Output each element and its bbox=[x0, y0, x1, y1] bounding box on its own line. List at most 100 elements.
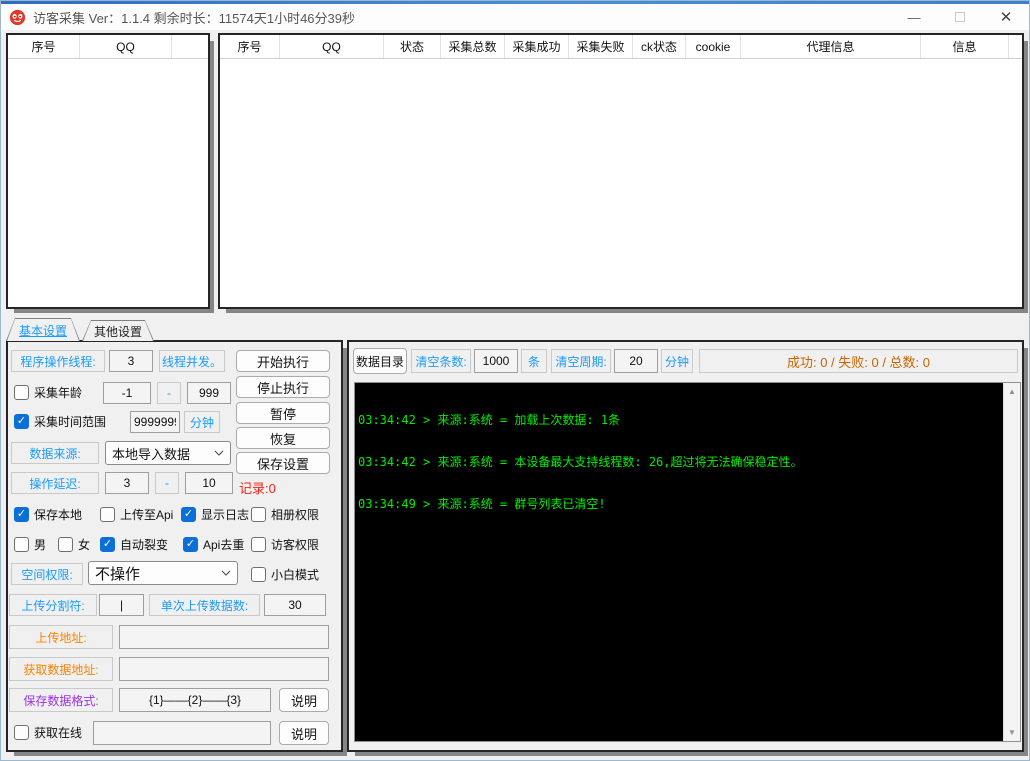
column-header[interactable] bbox=[172, 35, 208, 58]
get-online-checkbox[interactable]: 获取在线 bbox=[14, 724, 82, 741]
splitter-input[interactable] bbox=[99, 594, 144, 616]
stop-button[interactable]: 停止执行 bbox=[236, 376, 330, 398]
thread-input[interactable] bbox=[109, 350, 153, 372]
data-dir-button[interactable]: 数据目录 bbox=[353, 348, 407, 374]
upload-api-label: 上传至Api bbox=[120, 506, 173, 523]
api-dedup-label: Api去重 bbox=[203, 536, 244, 553]
log-line: 03:34:42 > 来源:系统 = 本设备最大支持线程数: 26,超过将无法确… bbox=[358, 455, 1000, 469]
resume-button[interactable]: 恢复 bbox=[236, 427, 330, 449]
column-header[interactable]: 状态 bbox=[384, 35, 441, 58]
checkbox-icon bbox=[14, 537, 29, 552]
log-toolbar: 数据目录 清空条数: 条 清空周期: 分钟 成功: 0 / 失败: 0 / 总数… bbox=[353, 348, 1018, 374]
log-panel: 数据目录 清空条数: 条 清空周期: 分钟 成功: 0 / 失败: 0 / 总数… bbox=[347, 340, 1024, 752]
column-header[interactable]: 采集失败 bbox=[569, 35, 633, 58]
cycle-unit-label: 分钟 bbox=[661, 349, 693, 373]
upload-api-checkbox[interactable]: 上传至Api bbox=[100, 506, 173, 523]
save-format-label: 保存数据格式: bbox=[9, 688, 113, 712]
scroll-up-icon[interactable]: ▲ bbox=[1004, 383, 1020, 400]
column-header[interactable]: 信息 bbox=[921, 35, 1009, 58]
window-controls: — ✕ bbox=[891, 4, 1029, 30]
time-range-label: 采集时间范围 bbox=[34, 413, 106, 430]
log-line: 03:34:42 > 来源:系统 = 加载上次数据: 1条 bbox=[358, 413, 1000, 427]
log-line: 03:34:49 > 来源:系统 = 群号列表已清空! bbox=[358, 497, 1000, 511]
close-button[interactable]: ✕ bbox=[983, 4, 1029, 30]
fetch-addr-label: 获取数据地址: bbox=[9, 657, 113, 681]
column-header[interactable]: 代理信息 bbox=[741, 35, 921, 58]
time-range-input[interactable] bbox=[130, 411, 180, 433]
api-dedup-checkbox[interactable]: Api去重 bbox=[183, 536, 244, 553]
tab-other-settings[interactable]: 其他设置 bbox=[82, 320, 154, 341]
delay-max-input[interactable] bbox=[185, 472, 233, 494]
checkbox-icon bbox=[58, 537, 73, 552]
scroll-down-icon[interactable]: ▼ bbox=[1004, 724, 1020, 741]
visitor-perm-checkbox[interactable]: 访客权限 bbox=[251, 536, 319, 553]
titlebar: 访客采集 Ver：1.1.4 剩余时长：11574天1小时46分39秒 — ✕ bbox=[1, 4, 1029, 30]
thread-suffix-label: 线程并发。 bbox=[159, 350, 225, 372]
status-counters: 成功: 0 / 失败: 0 / 总数: 0 bbox=[699, 349, 1018, 373]
maximize-button[interactable] bbox=[937, 4, 983, 30]
data-source-select[interactable]: 本地导入数据 bbox=[105, 441, 231, 465]
column-header[interactable]: 采集总数 bbox=[441, 35, 505, 58]
show-log-checkbox[interactable]: 显示日志 bbox=[181, 506, 249, 523]
female-checkbox[interactable]: 女 bbox=[58, 536, 90, 553]
clear-count-input[interactable] bbox=[474, 349, 518, 373]
chevron-down-icon bbox=[214, 450, 224, 456]
column-header[interactable]: QQ bbox=[280, 35, 384, 58]
column-header[interactable]: cookie bbox=[686, 35, 741, 58]
checkbox-icon bbox=[100, 507, 115, 522]
data-source-value: 本地导入数据 bbox=[112, 444, 190, 463]
save-settings-button[interactable]: 保存设置 bbox=[236, 452, 330, 474]
column-header[interactable]: 序号 bbox=[8, 35, 80, 58]
settings-tabs: 基本设置 其他设置 bbox=[6, 318, 156, 341]
fetch-addr-input[interactable] bbox=[119, 657, 329, 681]
column-header[interactable]: 采集成功 bbox=[505, 35, 569, 58]
age-checkbox[interactable]: 采集年龄 bbox=[14, 384, 82, 401]
collect-table-header: 序号 QQ 状态 采集总数 采集成功 采集失败 ck状态 cookie 代理信息… bbox=[220, 35, 1022, 59]
delay-min-input[interactable] bbox=[105, 472, 149, 494]
online-help-button[interactable]: 说明 bbox=[279, 721, 329, 745]
checkbox-icon bbox=[14, 414, 29, 429]
age-dash-label: - bbox=[157, 382, 181, 404]
age-min-input[interactable] bbox=[103, 382, 151, 404]
minimize-button[interactable]: — bbox=[891, 4, 937, 30]
count-unit-label: 条 bbox=[521, 349, 547, 373]
basic-settings-panel: 程序操作线程: 线程并发。 采集年龄 - 采集时间范围 分钟 数据来源: 本地导… bbox=[6, 340, 343, 752]
get-online-input[interactable] bbox=[93, 721, 271, 745]
app-window: 访客采集 Ver：1.1.4 剩余时长：11574天1小时46分39秒 — ✕ … bbox=[0, 0, 1030, 761]
save-local-checkbox[interactable]: 保存本地 bbox=[14, 506, 82, 523]
clear-cycle-input[interactable] bbox=[614, 349, 658, 373]
column-header[interactable]: QQ bbox=[80, 35, 172, 58]
window-title: 访客采集 Ver：1.1.4 剩余时长：11574天1小时46分39秒 bbox=[33, 8, 355, 27]
age-label: 采集年龄 bbox=[34, 384, 82, 401]
collect-status-panel: 序号 QQ 状态 采集总数 采集成功 采集失败 ck状态 cookie 代理信息… bbox=[218, 33, 1024, 309]
start-button[interactable]: 开始执行 bbox=[236, 350, 330, 372]
space-perm-select[interactable]: 不操作 bbox=[88, 561, 238, 585]
male-checkbox[interactable]: 男 bbox=[14, 536, 46, 553]
batch-size-input[interactable] bbox=[264, 594, 326, 616]
close-icon: ✕ bbox=[1000, 8, 1013, 26]
save-format-input[interactable] bbox=[119, 688, 271, 712]
tab-basic-settings[interactable]: 基本设置 bbox=[6, 318, 80, 341]
upload-addr-input[interactable] bbox=[119, 625, 329, 649]
qq-list-header: 序号 QQ bbox=[8, 35, 208, 59]
auto-fission-checkbox[interactable]: 自动裂变 bbox=[100, 536, 168, 553]
novice-mode-checkbox[interactable]: 小白模式 bbox=[251, 566, 319, 583]
column-header[interactable]: 序号 bbox=[220, 35, 280, 58]
column-header[interactable]: ck状态 bbox=[633, 35, 686, 58]
checkbox-icon bbox=[14, 507, 29, 522]
clear-count-label: 清空条数: bbox=[411, 349, 471, 373]
album-perm-label: 相册权限 bbox=[271, 506, 319, 523]
album-perm-checkbox[interactable]: 相册权限 bbox=[251, 506, 319, 523]
pause-button[interactable]: 暂停 bbox=[236, 402, 330, 424]
qq-list-body[interactable] bbox=[8, 59, 208, 307]
console-scrollbar[interactable]: ▲ ▼ bbox=[1003, 383, 1020, 741]
chevron-down-icon bbox=[221, 570, 231, 576]
get-online-label: 获取在线 bbox=[34, 724, 82, 741]
time-range-checkbox[interactable]: 采集时间范围 bbox=[14, 413, 106, 430]
collect-table-body[interactable] bbox=[220, 59, 1022, 307]
female-label: 女 bbox=[78, 536, 90, 553]
format-help-button[interactable]: 说明 bbox=[279, 688, 329, 712]
show-log-label: 显示日志 bbox=[201, 506, 249, 523]
log-console[interactable]: 03:34:42 > 来源:系统 = 加载上次数据: 1条 03:34:42 >… bbox=[355, 383, 1003, 741]
age-max-input[interactable] bbox=[187, 382, 231, 404]
